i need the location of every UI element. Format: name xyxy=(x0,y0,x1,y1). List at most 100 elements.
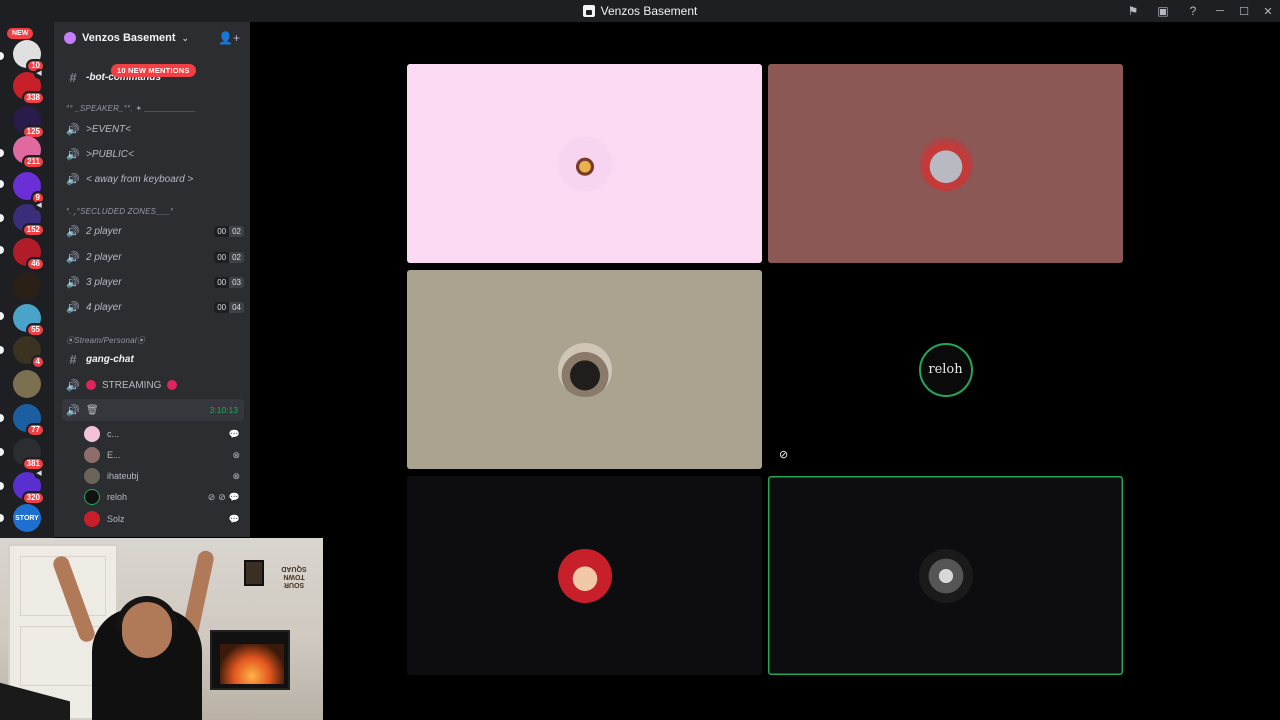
server-icon-7[interactable]: 46 xyxy=(13,238,45,271)
user-count: 00 xyxy=(214,225,230,237)
channel-event[interactable]: 🔊 >EVENT< xyxy=(62,118,244,140)
unread-pip xyxy=(0,214,4,222)
participant-tile-4[interactable]: reloh xyxy=(768,270,1123,469)
channel-gang-chat[interactable]: # gang-chat xyxy=(62,348,244,370)
deafened-icon: ⊘ xyxy=(218,491,226,502)
voice-user-status: ⊘ ⊘ 💬 xyxy=(208,492,240,503)
add-member-icon[interactable]: 👤+ xyxy=(218,31,240,45)
activity-icon: 💬 xyxy=(228,491,240,502)
avatar xyxy=(84,468,100,484)
participant-tile-1[interactable] xyxy=(407,64,762,263)
voice-user[interactable]: reloh ⊘ ⊘ 💬 xyxy=(84,487,240,507)
speaker-icon: 🔊 xyxy=(66,173,80,186)
hashtag-icon: # xyxy=(69,69,77,85)
server-icon-6[interactable]: ◀ 152 xyxy=(13,201,45,237)
channel-label: >EVENT< xyxy=(86,123,132,135)
server-icon-5[interactable]: 9 xyxy=(13,172,45,205)
channel-2-player-a[interactable]: 🔊 2 player 00 02 xyxy=(62,220,244,242)
channel-active-voice[interactable]: 🔊 🗑 3:10:13 xyxy=(62,399,244,421)
category-speaker[interactable]: °° _SPEAKER_°°. ✦ ___________ xyxy=(66,104,196,113)
channel-public[interactable]: 🔊 >PUBLIC< xyxy=(62,143,244,165)
voice-user-name: c... xyxy=(107,429,120,439)
close-window-button[interactable]: ✕ xyxy=(1256,0,1280,22)
user-limit: 04 xyxy=(229,301,244,313)
call-timer: 3:10:13 xyxy=(209,405,238,415)
channel-3-player[interactable]: 🔊 3 player 00 03 xyxy=(62,271,244,293)
voice-user-name: reloh xyxy=(107,492,128,502)
server-icon-2[interactable]: ◀ 338 xyxy=(13,69,45,105)
server-icon-1[interactable]: 10 xyxy=(13,40,45,73)
voice-user[interactable]: Solz 💬 xyxy=(84,509,240,529)
server-icon-9[interactable]: 55 xyxy=(13,304,45,337)
participant-tile-5[interactable] xyxy=(407,476,762,675)
server-icon-11[interactable] xyxy=(13,370,41,398)
channel-2-player-b[interactable]: 🔊 2 player 00 02 xyxy=(62,246,244,268)
unread-pip xyxy=(0,414,4,422)
server-icon-4[interactable]: 211 xyxy=(13,136,45,169)
red-circle-icon xyxy=(167,380,178,390)
channel-streaming[interactable]: 🔊 STREAMING xyxy=(62,374,244,396)
participant-tile-6[interactable] xyxy=(768,476,1123,675)
server-icon-12[interactable]: 77 xyxy=(13,404,45,437)
tv-screen xyxy=(210,630,290,690)
participant-tile-3[interactable] xyxy=(407,270,762,469)
xbox-icon: ⊗ xyxy=(232,470,240,481)
headset xyxy=(116,596,178,630)
user-count: 00 xyxy=(214,276,230,288)
server-badge: 152 xyxy=(21,223,45,237)
speaker-icon: 🔊 xyxy=(66,225,80,238)
inbox-icon[interactable]: ▣ xyxy=(1148,0,1178,22)
minimize-button[interactable]: ─ xyxy=(1208,0,1232,22)
server-icon-3[interactable]: 125 xyxy=(13,106,45,139)
wall-sign: SOUR TOWN SQUAD xyxy=(281,565,307,588)
channel-label: >PUBLIC< xyxy=(86,148,134,160)
unread-pip xyxy=(0,346,4,354)
voice-user-status: ⊗ xyxy=(232,450,240,461)
guild-header[interactable]: Venzos Basement ⌄ 👤+ xyxy=(54,22,250,54)
maximize-button[interactable]: ☐ xyxy=(1232,0,1256,22)
hashtag-icon: # xyxy=(69,351,77,367)
speaker-icon: ◀ xyxy=(34,201,44,211)
voice-user[interactable]: ihateubj ⊗ xyxy=(84,466,240,486)
flag-icon[interactable]: ⚑ xyxy=(1118,0,1148,22)
speaker-icon: 🔊 xyxy=(66,379,80,392)
speaker-icon: 🔊 xyxy=(66,301,80,314)
channel-label: 3 player xyxy=(86,276,122,288)
new-mentions-pill[interactable]: 10 NEW MENTIONS xyxy=(111,64,196,77)
title-bar-actions: ⚑ ▣ ? ─ ☐ ✕ xyxy=(1118,0,1280,22)
voice-user[interactable]: c... 💬 xyxy=(84,424,240,444)
unread-pip xyxy=(0,246,4,254)
new-pill[interactable]: NEW xyxy=(7,28,34,39)
channel-4-player[interactable]: 🔊 4 player 00 04 xyxy=(62,296,244,318)
server-icon-15[interactable]: STORY xyxy=(13,504,41,532)
unread-pip xyxy=(0,514,4,522)
server-icon-8[interactable] xyxy=(13,272,41,300)
help-icon[interactable]: ? xyxy=(1178,0,1208,22)
avatar xyxy=(557,136,612,191)
server-icon-13[interactable]: 381 xyxy=(13,438,45,471)
channel-sidebar: Venzos Basement ⌄ 👤+ 10 NEW MENTIONS # -… xyxy=(54,22,250,537)
server-badge: 77 xyxy=(26,423,45,437)
avatar xyxy=(84,426,100,442)
activity-icon: 💬 xyxy=(228,513,240,524)
window-title: Venzos Basement xyxy=(582,4,697,18)
server-icon-14[interactable]: ◀ 320 xyxy=(13,469,45,505)
category-secluded[interactable]: °. ̯.°SECLUDED ZONES___° xyxy=(66,207,174,216)
discord-app-icon xyxy=(582,5,595,17)
speaker-icon: 🔊 xyxy=(66,123,80,136)
server-badge: 55 xyxy=(26,323,45,337)
user-limit-badge: 00 04 xyxy=(214,301,244,313)
reloh-logo: reloh xyxy=(928,362,963,377)
user-count: 00 xyxy=(214,301,230,313)
avatar xyxy=(918,136,973,191)
channel-label: 2 player xyxy=(86,225,122,237)
server-badge: 338 xyxy=(21,91,45,105)
voice-user[interactable]: E... ⊗ xyxy=(84,445,240,465)
unread-pip xyxy=(0,52,4,60)
voice-user-status: 💬 xyxy=(229,429,240,440)
user-limit-badge: 00 03 xyxy=(214,276,244,288)
category-stream-personal[interactable]: ⦿Stream/Personal⦿ xyxy=(66,335,145,346)
participant-tile-2[interactable] xyxy=(768,64,1123,263)
server-icon-10[interactable]: 4 xyxy=(13,336,45,369)
channel-afk[interactable]: 🔊 < away from keyboard > xyxy=(62,168,244,190)
